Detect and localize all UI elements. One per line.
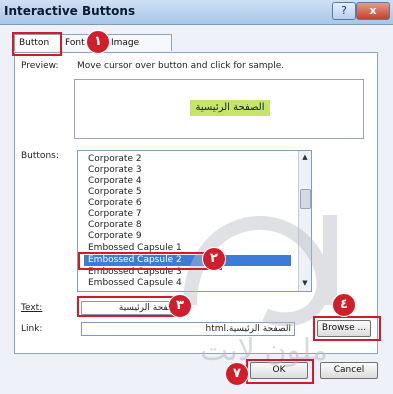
preview-area[interactable]: الصفحة الرئيسية [74,79,364,139]
preview-hint: Move cursor over button and click for sa… [77,61,285,71]
list-item[interactable]: Embossed Capsule 4 [88,278,288,289]
list-scrollbar[interactable]: ▲ ▼ [298,151,311,291]
scroll-up-icon[interactable]: ▲ [300,152,310,163]
cancel-button[interactable]: Cancel [320,362,378,379]
close-button[interactable]: x [356,2,390,20]
marker-2: ٢ [202,247,226,271]
scroll-down-icon[interactable]: ▼ [300,278,310,289]
buttons-listbox[interactable]: Corporate 2 Corporate 3 Corporate 4 Corp… [77,150,312,292]
link-input[interactable]: الصفحة الرئيسية.html [81,322,295,336]
list-item[interactable]: Corporate 8 [88,220,288,231]
marker-7: ٧ [225,362,249,386]
link-label: Link: [21,324,43,334]
marker-1: ١ [86,30,110,54]
list-item[interactable]: Corporate 4 [88,176,288,187]
scroll-thumb[interactable] [300,189,311,209]
text-label: Text: [21,303,43,313]
marker-4: ٤ [332,293,356,317]
tab-button[interactable]: Button [14,34,62,51]
list-item[interactable]: Corporate 9 [88,231,288,242]
button-tab-panel: Preview: Move cursor over button and cli… [14,52,378,354]
marker-3: ٣ [168,294,192,318]
list-item[interactable]: Embossed Capsule 1 [88,243,288,254]
title-bar: Interactive Buttons ? x [0,0,393,25]
preview-label: Preview: [21,61,59,71]
sample-button[interactable]: الصفحة الرئيسية [190,100,270,116]
list-item[interactable]: Corporate 6 [88,198,288,209]
list-item[interactable]: Corporate 7 [88,209,288,220]
interactive-buttons-dialog: Interactive Buttons ? x Button Font Imag… [0,0,393,394]
list-item[interactable]: Corporate 3 [88,165,288,176]
ok-button[interactable]: OK [250,362,308,379]
list-item[interactable]: Corporate 5 [88,187,288,198]
window-title: Interactive Buttons [4,4,136,18]
help-button[interactable]: ? [332,2,356,20]
list-item[interactable]: Embossed Capsule 3 [88,267,288,278]
list-item-selected[interactable]: Embossed Capsule 2 [84,255,291,266]
list-item[interactable]: Corporate 2 [88,154,288,165]
buttons-label: Buttons: [21,151,59,161]
browse-button[interactable]: Browse ... [317,320,371,337]
